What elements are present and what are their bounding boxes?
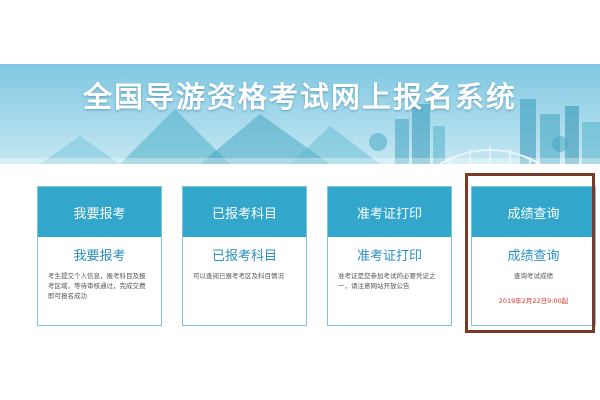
card-header-admission-ticket[interactable]: 准考证打印: [328, 187, 451, 237]
header-banner: 全国导游资格考试网上报名系统: [0, 64, 600, 164]
card-header-registered-subjects[interactable]: 已报考科目: [183, 187, 306, 237]
card-desc-registered-subjects: 可以查阅已报考考区及科目情况: [193, 272, 284, 280]
card-title-registered-subjects[interactable]: 已报考科目: [183, 245, 306, 264]
card-title-admission-ticket[interactable]: 准考证打印: [328, 245, 451, 264]
page-title: 全国导游资格考试网上报名系统: [82, 80, 517, 114]
card-header-apply[interactable]: 我要报考: [38, 187, 161, 237]
card-registered-subjects[interactable]: 已报考科目 已报考科目 可以查阅已报考考区及科目情况: [182, 186, 307, 326]
card-desc-admission-ticket: 准考证是您参加考试的必要凭证之一，请注意网站开放公告: [338, 272, 436, 290]
card-apply[interactable]: 我要报考 我要报考 考生提交个人信息，报考科目及报考区域，等待审核通过，完成交费…: [37, 186, 162, 326]
card-title-apply[interactable]: 我要报考: [38, 245, 161, 264]
card-admission-ticket[interactable]: 准考证打印 准考证打印 准考证是您参加考试的必要凭证之一，请注意网站开放公告: [327, 186, 452, 326]
highlight-frame: [465, 173, 595, 333]
card-desc-apply: 考生提交个人信息，报考科目及报考区域，等待审核通过，完成交费即可报名成功: [48, 272, 146, 300]
